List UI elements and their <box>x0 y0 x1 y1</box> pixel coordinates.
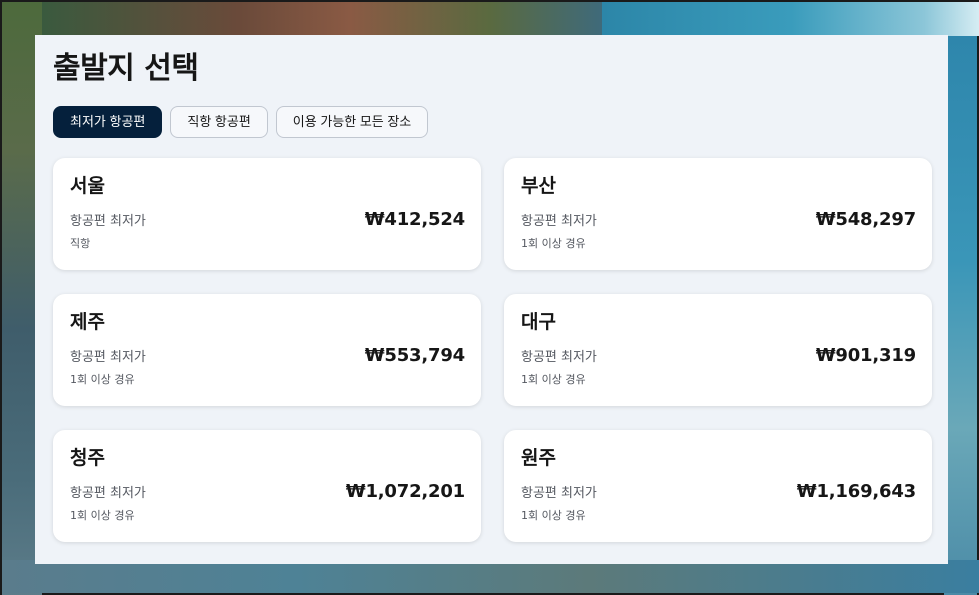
stops-info: 1회 이상 경유 <box>521 237 586 250</box>
city-name: 원주 <box>521 447 556 469</box>
price-label: 항공편 최저가 <box>70 213 146 229</box>
city-name: 서울 <box>70 175 105 197</box>
destination-card-jeju[interactable]: 제주 항공편 최저가 ₩553,794 1회 이상 경유 <box>53 294 481 406</box>
background-cliff <box>42 2 602 36</box>
city-name: 제주 <box>70 311 105 333</box>
price-label: 항공편 최저가 <box>521 213 597 229</box>
city-name: 대구 <box>521 311 556 333</box>
price-label: 항공편 최저가 <box>521 485 597 501</box>
tab-direct-flights[interactable]: 직항 항공편 <box>170 106 268 138</box>
city-name: 청주 <box>70 447 105 469</box>
stops-info: 1회 이상 경유 <box>70 509 135 522</box>
stops-info: 1회 이상 경유 <box>521 509 586 522</box>
price-label: 항공편 최저가 <box>70 349 146 365</box>
price-label: 항공편 최저가 <box>70 485 146 501</box>
city-name: 부산 <box>521 175 556 197</box>
price-value: ₩412,524 <box>364 208 465 230</box>
page-title: 출발지 선택 <box>53 51 199 86</box>
background-sea-bottom <box>2 560 979 593</box>
stops-info: 직항 <box>70 237 91 250</box>
price-value: ₩901,319 <box>815 344 916 366</box>
filter-tabs: 최저가 항공편 직항 항공편 이용 가능한 모든 장소 <box>53 106 930 138</box>
destination-card-seoul[interactable]: 서울 항공편 최저가 ₩412,524 직항 <box>53 158 481 270</box>
tab-all-places[interactable]: 이용 가능한 모든 장소 <box>275 106 429 138</box>
destination-card-daegu[interactable]: 대구 항공편 최저가 ₩901,319 1회 이상 경유 <box>504 294 932 406</box>
price-value: ₩548,297 <box>815 208 916 230</box>
background-sea <box>602 2 979 36</box>
background-sea-right <box>944 36 977 595</box>
destination-card-busan[interactable]: 부산 항공편 최저가 ₩548,297 1회 이상 경유 <box>504 158 932 270</box>
price-value: ₩1,169,643 <box>796 480 916 502</box>
stops-info: 1회 이상 경유 <box>70 373 135 386</box>
destination-card-cheongju[interactable]: 청주 항공편 최저가 ₩1,072,201 1회 이상 경유 <box>53 430 481 542</box>
price-value: ₩553,794 <box>364 344 465 366</box>
stops-info: 1회 이상 경유 <box>521 373 586 386</box>
departure-selection-panel: 출발지 선택 최저가 항공편 직항 항공편 이용 가능한 모든 장소 서울 항공… <box>35 35 948 564</box>
destination-card-wonju[interactable]: 원주 항공편 최저가 ₩1,169,643 1회 이상 경유 <box>504 430 932 542</box>
tab-cheapest-flights[interactable]: 최저가 항공편 <box>53 106 163 138</box>
price-value: ₩1,072,201 <box>345 480 465 502</box>
price-label: 항공편 최저가 <box>521 349 597 365</box>
destination-grid: 서울 항공편 최저가 ₩412,524 직항 부산 항공편 최저가 ₩548,2… <box>53 158 932 542</box>
